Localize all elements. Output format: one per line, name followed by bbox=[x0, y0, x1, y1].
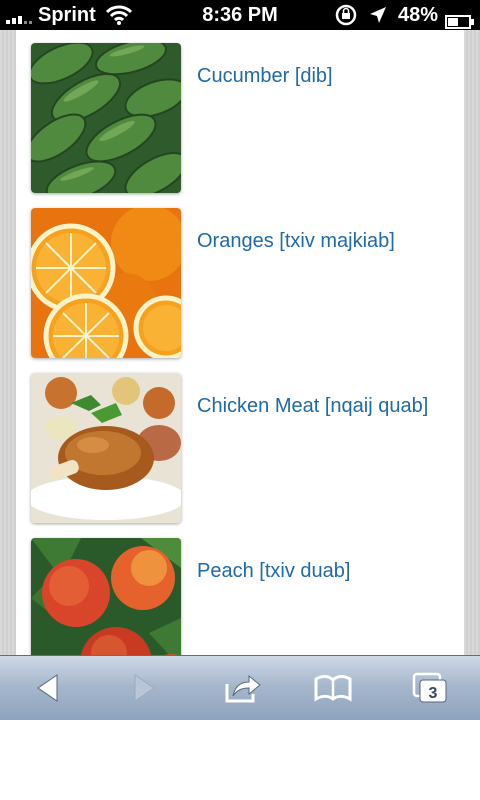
oranges-image[interactable] bbox=[31, 208, 181, 358]
list-item[interactable]: Oranges [txiv majkiab] bbox=[31, 208, 451, 358]
share-icon[interactable] bbox=[211, 656, 275, 720]
chicken-image[interactable] bbox=[31, 373, 181, 523]
browser-toolbar: 3 bbox=[0, 655, 480, 720]
battery-icon bbox=[445, 8, 474, 29]
cucumber-image[interactable] bbox=[31, 43, 181, 193]
location-icon bbox=[368, 0, 388, 30]
tabs-icon[interactable]: 3 bbox=[398, 656, 462, 720]
item-link-label[interactable]: Oranges [txiv majkiab] bbox=[197, 225, 437, 257]
list-item[interactable]: Cucumber [dib] bbox=[31, 43, 451, 193]
item-link-label[interactable]: Peach [txiv duab] bbox=[197, 555, 437, 587]
list-item[interactable]: Peach [txiv duab] bbox=[31, 538, 451, 655]
blank-area bbox=[0, 720, 480, 800]
tabs-count: 3 bbox=[429, 685, 438, 702]
battery-percent: 48% bbox=[398, 4, 439, 26]
forward-icon[interactable] bbox=[112, 656, 176, 720]
bookmarks-icon[interactable] bbox=[301, 656, 365, 720]
back-icon[interactable] bbox=[16, 656, 80, 720]
item-link-label[interactable]: Cucumber [dib] bbox=[197, 60, 437, 92]
item-link-label[interactable]: Chicken Meat [nqaij quab] bbox=[197, 390, 437, 422]
rotation-lock-icon bbox=[334, 0, 358, 30]
peach-image[interactable] bbox=[31, 538, 181, 655]
list-item[interactable]: Chicken Meat [nqaij quab] bbox=[31, 373, 451, 523]
status-bar: Sprint 8:36 PM 48% bbox=[0, 0, 480, 30]
web-content[interactable]: Cucumber [dib] Oranges [txiv majkiab] Ch… bbox=[0, 30, 480, 655]
page-column: Cucumber [dib] Oranges [txiv majkiab] Ch… bbox=[16, 30, 464, 655]
